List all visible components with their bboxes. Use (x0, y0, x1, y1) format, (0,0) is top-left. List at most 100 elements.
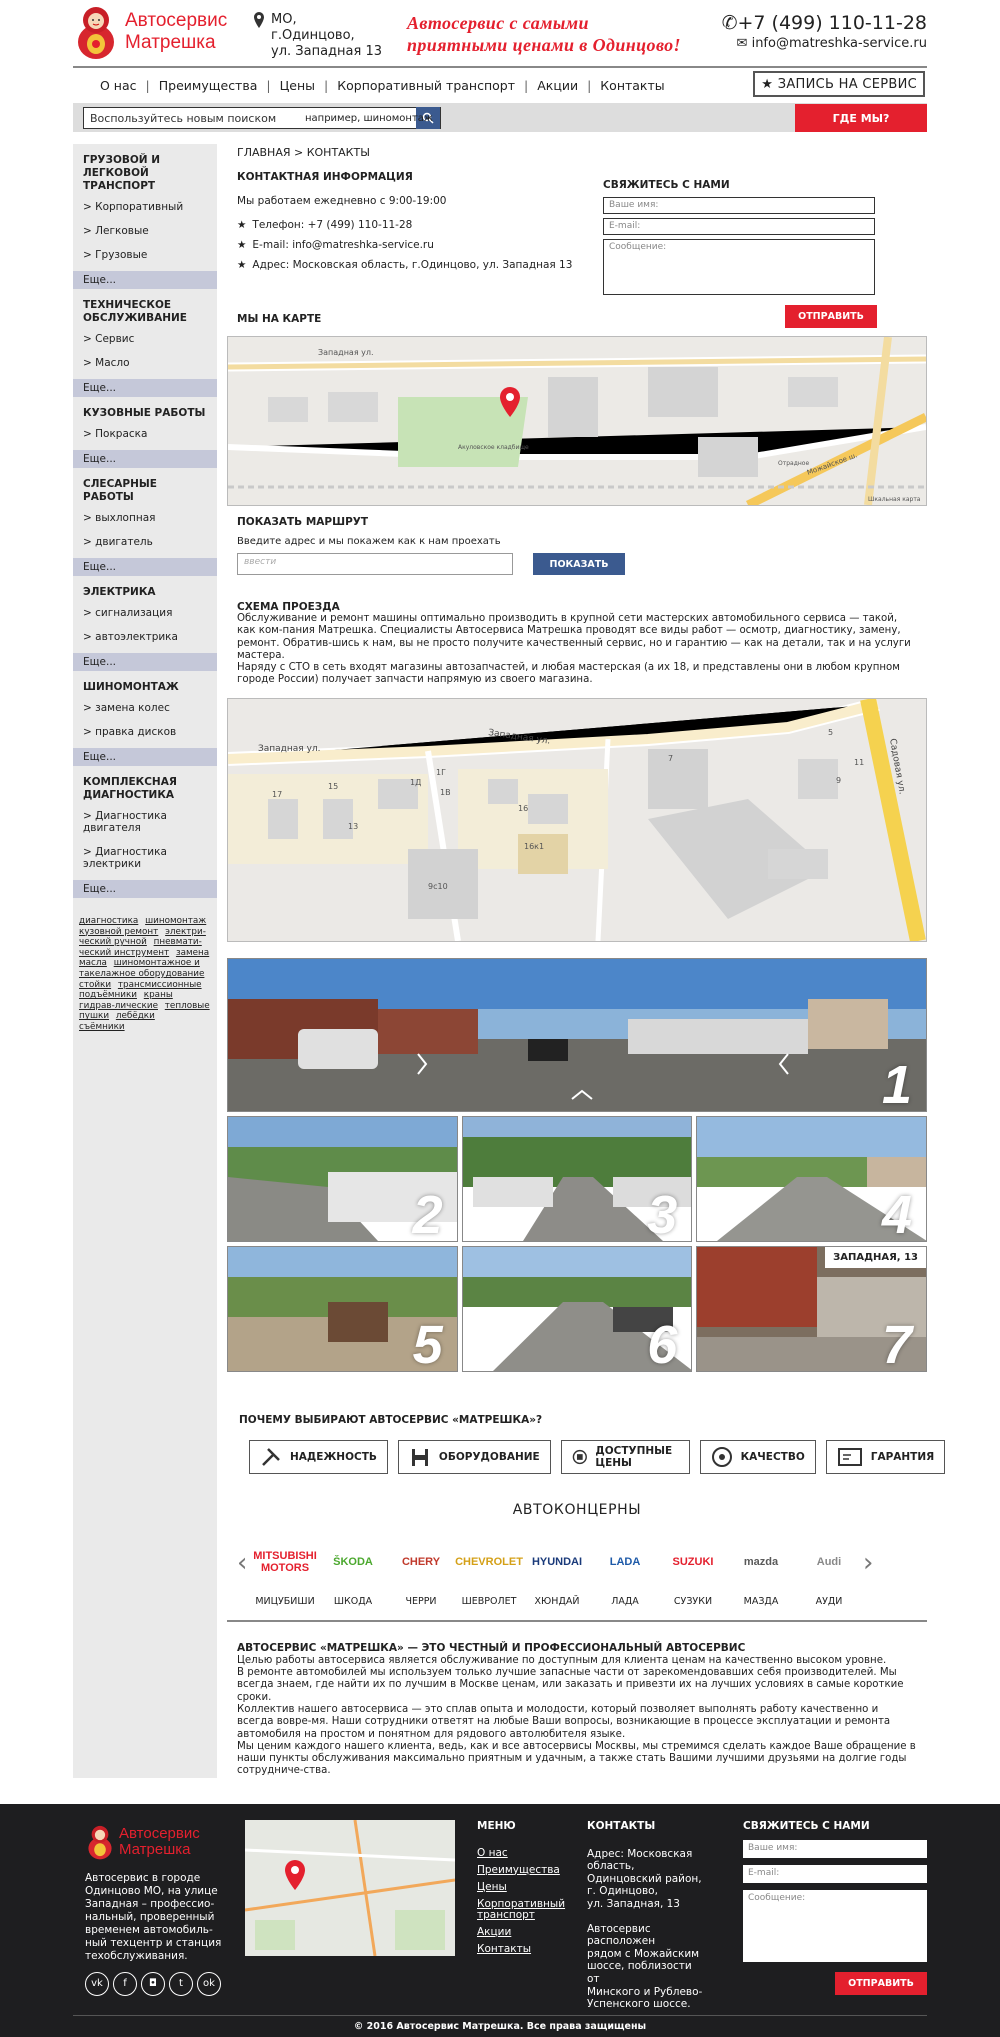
sidebar-more-link[interactable]: Еще... (73, 271, 217, 289)
warranty-button[interactable]: ГАРАНТИЯ (825, 1440, 946, 1475)
send-button[interactable]: ОТПРАВИТЬ (785, 305, 877, 328)
contact-email[interactable]: E-mail: info@matreshka-service.ru (252, 239, 433, 251)
route-address-input[interactable]: ввести (237, 553, 513, 575)
tag-link[interactable]: съёмники (79, 1022, 125, 1032)
reliability-button[interactable]: НАДЕЖНОСТЬ (249, 1440, 388, 1475)
sidebar-item[interactable]: > сигнализация (73, 601, 217, 625)
footer-link-advantages[interactable]: Преимущества (477, 1864, 567, 1876)
street-photo-5[interactable]: 5 (227, 1246, 458, 1373)
sidebar-item[interactable]: > Сервис (73, 327, 217, 351)
prices-button[interactable]: ДОСТУПНЫЕ ЦЕНЫ (560, 1440, 690, 1475)
vk-icon[interactable]: vk (85, 1971, 109, 1996)
chevron-left-icon[interactable]: ‹ (237, 1538, 251, 1578)
sidebar-more-link[interactable]: Еще... (73, 653, 217, 671)
sidebar-more-link[interactable]: Еще... (73, 748, 217, 766)
tag-link[interactable]: стойки (79, 980, 111, 990)
tag-link[interactable]: диагностика (79, 916, 138, 926)
equipment-button[interactable]: ОБОРУДОВАНИЕ (397, 1440, 551, 1475)
footer-link-prices[interactable]: Цены (477, 1881, 567, 1893)
street-photo-2[interactable]: 2 (227, 1116, 458, 1243)
brand-item[interactable]: SUZUKI СУЗУКИ (659, 1538, 727, 1607)
nav-item-advantages[interactable]: Преимущества (150, 78, 267, 93)
sidebar-item[interactable]: > двигатель (73, 530, 217, 554)
email-field[interactable]: E-mail: (603, 218, 875, 235)
brand-item[interactable]: mazda МАЗДА (727, 1538, 795, 1607)
footer-link-promo[interactable]: Акции (477, 1926, 567, 1938)
sidebar-item[interactable]: > замена колес (73, 696, 217, 720)
facebook-icon[interactable]: f (113, 1971, 137, 1996)
sidebar-item[interactable]: > Диагностика электрики (73, 840, 217, 876)
calculator-icon (572, 1450, 587, 1465)
sidebar-group-title: Слесарные работы (83, 478, 157, 503)
chevron-right-icon[interactable]: › (863, 1538, 877, 1578)
nav-item-contacts[interactable]: Контакты (591, 78, 673, 93)
footer-link-about[interactable]: О нас (477, 1847, 567, 1859)
street-photo-3[interactable]: 3 (461, 1116, 693, 1243)
sidebar-item[interactable]: > Покраска (73, 422, 217, 446)
map-title: МЫ НА КАРТЕ (237, 313, 322, 325)
appointment-button[interactable]: ★ ЗАПИСЬ НА СЕРВИС (753, 71, 925, 97)
tag-link[interactable]: лебёдки (116, 1011, 155, 1021)
twitter-icon[interactable]: t (169, 1971, 193, 1996)
brand-item[interactable]: MITSUBISHI MOTORS МИЦУБИШИ (251, 1538, 319, 1607)
sidebar-more-link[interactable]: Еще... (73, 880, 217, 898)
footer-name-field[interactable]: Ваше имя: (743, 1839, 927, 1858)
footer-logo[interactable]: Автосервис Матрешка (85, 1824, 200, 1860)
street-view-panorama[interactable]: 1 (227, 958, 927, 1113)
instagram-icon[interactable]: ◘ (141, 1971, 165, 1996)
footer-map[interactable] (245, 1819, 455, 1956)
sidebar-item[interactable]: > Диагностика двигателя (73, 804, 217, 840)
sidebar-item[interactable]: > выхлопная (73, 506, 217, 530)
message-field[interactable]: Сообщение: (603, 239, 875, 295)
quality-button[interactable]: КАЧЕСТВО (699, 1440, 816, 1475)
footer-email-field[interactable]: E-mail: (743, 1864, 927, 1883)
contact-phone[interactable]: Телефон: +7 (499) 110-11-28 (252, 219, 412, 231)
photo-number: 1 (881, 1055, 912, 1113)
sidebar-item[interactable]: > правка дисков (73, 720, 217, 744)
tag-link[interactable]: шиномонтаж (145, 916, 206, 926)
footer-link-corporate[interactable]: Корпоративный транспорт (477, 1898, 567, 1921)
sidebar-group-title: Техническое обслуживание (83, 299, 187, 324)
header-phone[interactable]: +7 (499) 110-11-28 (737, 12, 927, 34)
nav-item-corporate[interactable]: Корпоративный транспорт (328, 78, 524, 93)
sidebar-more-link[interactable]: Еще... (73, 450, 217, 468)
show-route-button[interactable]: ПОКАЗАТЬ (533, 553, 625, 575)
brand-item[interactable]: ŠKODA ШКОДА (319, 1538, 387, 1607)
sidebar-more-link[interactable]: Еще... (73, 558, 217, 576)
photo-grid: 2 3 4 5 6 ЗАПАДНАЯ, 13 7 (227, 1116, 927, 1373)
brand-item[interactable]: Audi АУДИ (795, 1538, 863, 1607)
footer-address-line: г. Одинцово, (587, 1885, 658, 1898)
nav-item-promo[interactable]: Акции (528, 78, 587, 93)
location-map[interactable]: Западная ул. Акуловское кладбище Можайск… (227, 336, 927, 506)
sidebar-item[interactable]: > Корпоративный (73, 195, 217, 219)
brand-item[interactable]: HYUNDAI ХЮНДАЙ (523, 1538, 591, 1607)
name-field[interactable]: Ваше имя: (603, 197, 875, 214)
tag-link[interactable]: кузовной ремонт (79, 927, 158, 937)
brand-logo-text: LADA (609, 1556, 641, 1569)
footer-description: Автосервис в городе Одинцово МО, на улиц… (85, 1871, 222, 1962)
street-photo-6[interactable]: 6 (461, 1246, 693, 1373)
logo[interactable]: Автосервис Матрешка (73, 4, 227, 60)
brand-item[interactable]: LADA ЛАДА (591, 1538, 659, 1607)
certificate-icon (837, 1448, 862, 1467)
sidebar-item[interactable]: > автоэлектрика (73, 625, 217, 649)
sidebar-item[interactable]: > Масло (73, 351, 217, 375)
sidebar-more-link[interactable]: Еще... (73, 379, 217, 397)
where-are-we-button[interactable]: ГДЕ МЫ? (795, 104, 927, 132)
brand-item[interactable]: CHERY ЧЕРРИ (387, 1538, 455, 1607)
footer-message-field[interactable]: Сообщение: (743, 1889, 927, 1962)
footer-link-contacts[interactable]: Контакты (477, 1943, 567, 1955)
directions-map[interactable]: Западная ул. Западная ул. Садовая ул. 17… (227, 698, 927, 943)
svg-text:1В: 1В (440, 788, 451, 797)
nav-item-prices[interactable]: Цены (271, 78, 324, 93)
header-email[interactable]: info@matreshka-service.ru (752, 36, 927, 51)
street-photo-7[interactable]: ЗАПАДНАЯ, 13 7 (696, 1246, 927, 1373)
brand-item[interactable]: CHEVROLET ШЕВРОЛЕТ (455, 1538, 523, 1607)
street-photo-4[interactable]: 4 (696, 1116, 927, 1243)
nav-item-about[interactable]: О нас (91, 78, 146, 93)
sidebar-item[interactable]: > Легковые (73, 219, 217, 243)
odnoklassniki-icon[interactable]: ok (197, 1971, 221, 1996)
footer-send-button[interactable]: ОТПРАВИТЬ (835, 1971, 927, 1995)
photo-number: 5 (412, 1315, 443, 1373)
sidebar-item[interactable]: > Грузовые (73, 243, 217, 267)
